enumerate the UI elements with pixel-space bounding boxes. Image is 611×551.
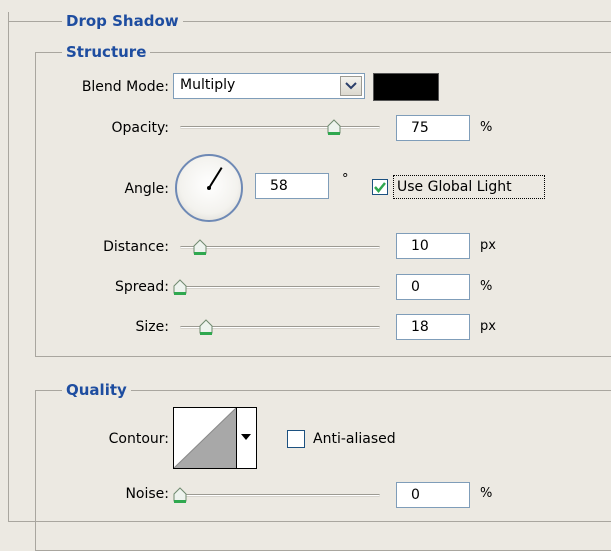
contour-label: Contour: [108, 431, 169, 447]
shadow-color-swatch[interactable] [373, 73, 439, 101]
spread-slider-thumb[interactable] [173, 279, 187, 296]
blend-mode-label: Blend Mode: [81, 79, 169, 95]
opacity-slider-track[interactable] [180, 126, 380, 129]
distance-slider-track[interactable] [180, 246, 380, 249]
spread-input[interactable]: 0 [396, 274, 470, 300]
size-input[interactable]: 18 [396, 314, 470, 340]
contour-picker[interactable] [173, 407, 257, 469]
anti-aliased-checkbox[interactable] [287, 430, 305, 448]
use-global-light-checkbox[interactable] [372, 179, 388, 195]
angle-dial[interactable] [175, 154, 243, 222]
opacity-input[interactable]: 75 [396, 115, 470, 141]
noise-slider-track[interactable] [180, 494, 380, 497]
size-unit: px [480, 319, 496, 334]
spread-label: Spread: [114, 279, 169, 295]
checkmark-icon [374, 182, 386, 193]
distance-input[interactable]: 10 [396, 233, 470, 259]
dropdown-arrow-icon[interactable] [241, 434, 251, 440]
opacity-slider-thumb[interactable] [327, 119, 341, 136]
blend-mode-select[interactable]: Multiply [173, 73, 365, 99]
use-global-light-label[interactable]: Use Global Light [397, 178, 512, 196]
chevron-down-icon [345, 82, 357, 90]
structure-title: Structure [62, 43, 151, 61]
blend-mode-dropdown-button[interactable] [340, 76, 362, 96]
contour-preview [174, 408, 236, 468]
noise-input[interactable]: 0 [396, 482, 470, 508]
noise-slider-thumb[interactable] [173, 487, 187, 504]
noise-label: Noise: [125, 486, 169, 502]
angle-unit: ° [342, 172, 349, 187]
noise-unit: % [480, 486, 493, 501]
distance-slider-thumb[interactable] [193, 239, 207, 256]
opacity-unit: % [480, 120, 493, 135]
angle-indicator [207, 167, 223, 190]
angle-input[interactable]: 58 [255, 173, 329, 199]
drop-shadow-title: Drop Shadow [62, 12, 183, 30]
spread-unit: % [480, 279, 493, 294]
spread-slider-track[interactable] [180, 286, 380, 289]
contour-divider [236, 408, 237, 468]
size-label: Size: [135, 319, 169, 335]
quality-title: Quality [62, 381, 131, 399]
distance-label: Distance: [103, 239, 169, 255]
angle-label: Angle: [124, 181, 169, 197]
size-slider-thumb[interactable] [199, 319, 213, 336]
dialog-border-left [8, 12, 9, 522]
blend-mode-value: Multiply [180, 77, 236, 93]
distance-unit: px [480, 238, 496, 253]
anti-aliased-label[interactable]: Anti-aliased [313, 430, 396, 448]
opacity-label: Opacity: [111, 120, 169, 136]
